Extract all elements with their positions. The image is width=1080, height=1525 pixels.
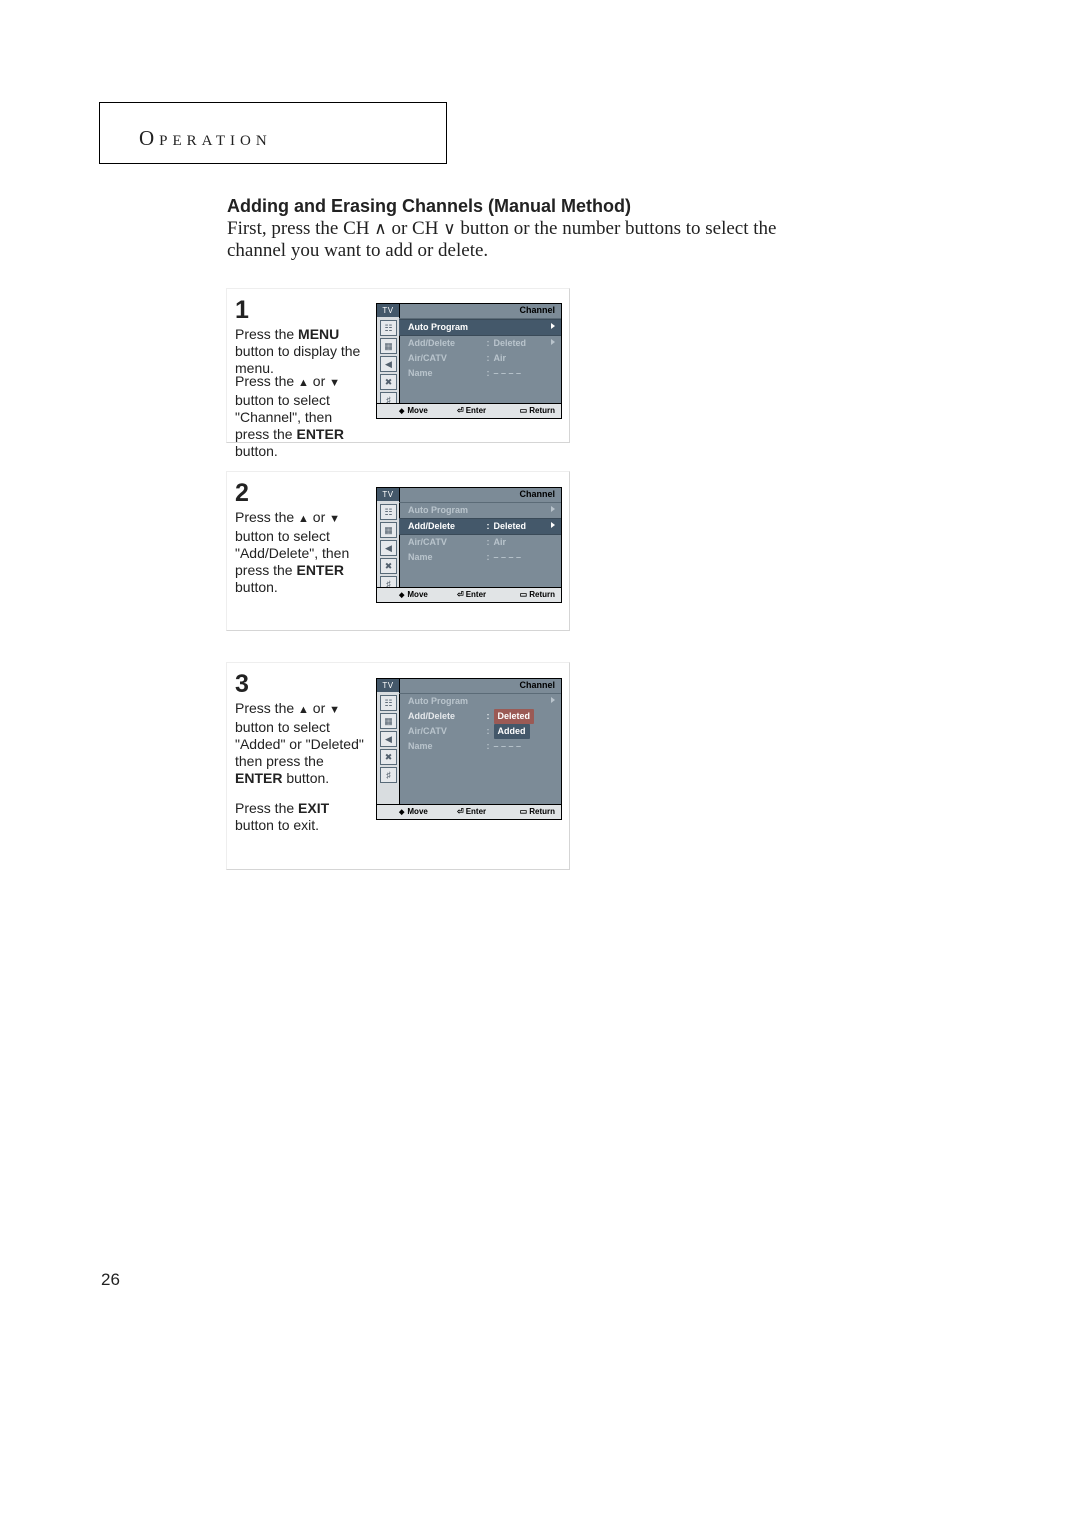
osd-icon-setup: ✖ xyxy=(380,558,397,574)
osd-row-add: Add/Delete: Deleted xyxy=(399,518,561,535)
osd-icon-channel: ◀ xyxy=(380,731,397,747)
intro-text: First, press the CH ∧ or CH ∨ button or … xyxy=(227,218,787,262)
osd-icon-sound: ▦ xyxy=(380,338,397,354)
section-label: Operation xyxy=(139,126,272,151)
osd-footer-enter: Enter xyxy=(457,404,486,418)
osd-row-auto: Auto Program xyxy=(399,319,561,336)
step-text-3: Press the or button to select "Added" or… xyxy=(235,700,370,787)
osd-row-name: Name: – – – – xyxy=(399,739,561,754)
osd-row-auto: Auto Program xyxy=(399,503,561,518)
osd-footer: Move Enter Return xyxy=(377,804,561,819)
right-arrow-icon xyxy=(551,506,555,512)
osd-icon-setup: ✖ xyxy=(380,374,397,390)
osd-title: Channel xyxy=(519,489,555,499)
osd-footer: Move Enter Return xyxy=(377,587,561,602)
osd-icon-picture: ☷ xyxy=(380,695,397,711)
osd-row-air: Air/CATV: Air xyxy=(399,535,561,550)
osd-row-name: Name: – – – – xyxy=(399,366,561,381)
osd-tv-label: TV xyxy=(377,488,399,501)
ch-up-icon: ∧ xyxy=(374,218,386,240)
osd-row-air: Air/CATV: Air xyxy=(399,351,561,366)
osd-icon-channel: ◀ xyxy=(380,540,397,556)
osd-screenshot-2: TV ☷ ▦ ◀ ✖ ♯ Channel Auto Program Add/De… xyxy=(376,487,562,603)
osd-title: Channel xyxy=(519,680,555,690)
right-arrow-icon xyxy=(551,522,555,528)
intro-mid: or CH xyxy=(387,218,443,239)
intro-pre: First, press the CH xyxy=(227,218,374,239)
osd-footer-return: Return xyxy=(520,404,555,418)
osd-sidebar: TV ☷ ▦ ◀ ✖ ♯ xyxy=(377,304,400,418)
step-number-3: 3 xyxy=(235,670,249,699)
osd-footer-return: Return xyxy=(520,805,555,819)
osd-screenshot-3: TV ☷ ▦ ◀ ✖ ♯ Channel Auto Program Add/De… xyxy=(376,678,562,820)
osd-body: Auto Program Add/Delete: Deleted Air/CAT… xyxy=(399,693,561,805)
up-arrow-icon xyxy=(298,373,309,389)
osd-icon-setup: ✖ xyxy=(380,749,397,765)
chip-added: Added xyxy=(494,724,530,739)
step-text-1a: Press the MENU button to display the men… xyxy=(235,326,370,377)
osd-row-air: Air/CATV: Added xyxy=(399,724,561,739)
page-number: 26 xyxy=(101,1270,120,1290)
osd-footer-move: Move xyxy=(399,588,428,603)
osd-row-add: Add/Delete: Deleted xyxy=(399,709,561,724)
page-heading: Adding and Erasing Channels (Manual Meth… xyxy=(227,196,631,217)
osd-footer-move: Move xyxy=(399,404,428,419)
up-arrow-icon xyxy=(298,700,309,716)
osd-footer-enter: Enter xyxy=(457,805,486,819)
osd-body: Auto Program Add/Delete: Deleted Air/CAT… xyxy=(399,502,561,588)
right-arrow-icon xyxy=(551,339,555,345)
osd-footer-enter: Enter xyxy=(457,588,486,602)
osd-footer: Move Enter Return xyxy=(377,403,561,418)
osd-row-auto: Auto Program xyxy=(399,694,561,709)
osd-icon-picture: ☷ xyxy=(380,504,397,520)
up-arrow-icon xyxy=(298,509,309,525)
ch-down-icon: ∨ xyxy=(443,218,455,240)
osd-body: Auto Program Add/Delete: Deleted Air/CAT… xyxy=(399,318,561,404)
osd-icon-sound: ▦ xyxy=(380,522,397,538)
osd-icon-channel: ◀ xyxy=(380,356,397,372)
right-arrow-icon xyxy=(551,323,555,329)
step-text-1b: Press the or button to select "Channel",… xyxy=(235,373,370,460)
down-arrow-icon xyxy=(329,509,340,525)
osd-tv-label: TV xyxy=(377,679,399,692)
osd-footer-move: Move xyxy=(399,805,428,820)
right-arrow-icon xyxy=(551,697,555,703)
osd-sidebar: TV ☷ ▦ ◀ ✖ ♯ xyxy=(377,679,400,819)
osd-screenshot-1: TV ☷ ▦ ◀ ✖ ♯ Channel Auto Program Add/De… xyxy=(376,303,562,419)
osd-sidebar: TV ☷ ▦ ◀ ✖ ♯ xyxy=(377,488,400,602)
down-arrow-icon xyxy=(329,700,340,716)
osd-title: Channel xyxy=(519,305,555,315)
step-number-2: 2 xyxy=(235,479,249,508)
step-number-1: 1 xyxy=(235,296,249,325)
osd-icon-picture: ☷ xyxy=(380,320,397,336)
osd-icon-function: ♯ xyxy=(380,767,397,783)
osd-row-add: Add/Delete: Deleted xyxy=(399,336,561,351)
osd-tv-label: TV xyxy=(377,304,399,317)
osd-icon-sound: ▦ xyxy=(380,713,397,729)
osd-footer-return: Return xyxy=(520,588,555,602)
osd-row-name: Name: – – – – xyxy=(399,550,561,565)
down-arrow-icon xyxy=(329,373,340,389)
step-text-3-exit: Press the EXIT button to exit. xyxy=(235,800,370,834)
chip-deleted: Deleted xyxy=(494,709,535,724)
step-text-2: Press the or button to select "Add/Delet… xyxy=(235,509,370,596)
